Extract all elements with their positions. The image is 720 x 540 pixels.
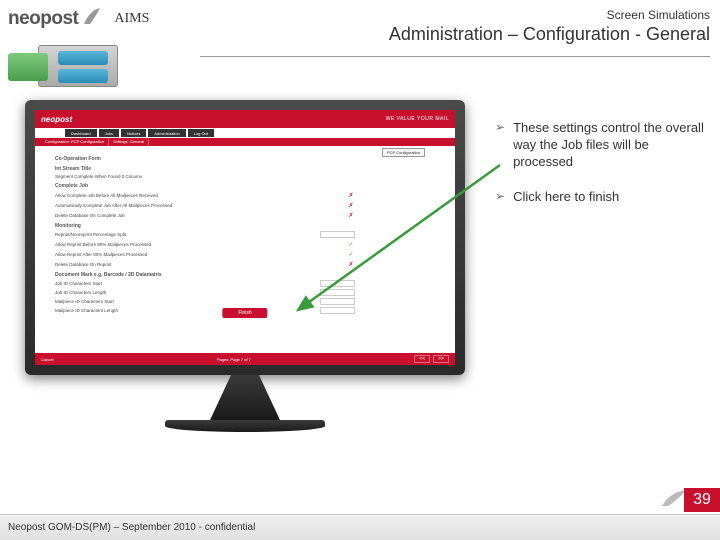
page-title: Administration – Configuration - General bbox=[389, 24, 710, 45]
bullet-1: ➢ These settings control the overall way… bbox=[495, 120, 705, 171]
input-split[interactable] bbox=[320, 231, 355, 238]
setting-d3: Mailpiece ID Characters Start bbox=[55, 298, 435, 305]
footer-text: Neopost GOM-DS(PM) – September 2010 - co… bbox=[8, 522, 255, 533]
finish-button[interactable]: Finish bbox=[222, 308, 267, 318]
logo-area: neopost AIMS bbox=[8, 8, 149, 30]
setting-m1: Reprint/Nonreprint Percentage Split bbox=[55, 231, 435, 238]
app-nav: Dashboard Jobs Notices Administration Lo… bbox=[35, 128, 455, 138]
check-icon[interactable]: ✓ bbox=[347, 250, 355, 258]
section-docmark: Document Mark e.g. Barcode / 2D Datamatr… bbox=[55, 272, 435, 278]
app-topbar: neopost WE VALUE YOUR MAIL bbox=[35, 110, 455, 128]
nav-dashboard[interactable]: Dashboard bbox=[65, 129, 97, 137]
x-icon[interactable]: ✗ bbox=[347, 191, 355, 199]
setting-segcomp: Segment Complete When Found 0 Circumv bbox=[55, 174, 435, 179]
input-d2[interactable] bbox=[320, 289, 355, 296]
category-label: Screen Simulations bbox=[389, 8, 710, 22]
bullet-text-2: Click here to finish bbox=[513, 189, 705, 206]
bullet-2: ➢ Click here to finish bbox=[495, 189, 705, 206]
x-icon[interactable]: ✗ bbox=[347, 260, 355, 268]
subnav-config[interactable]: Configuration: PCP Configuration bbox=[41, 138, 109, 146]
setting-cj2: Automatically Complete Job After All Mai… bbox=[55, 201, 435, 209]
header-right: Screen Simulations Administration – Conf… bbox=[389, 8, 710, 45]
page-indicator: Pages: Page 7 of 7 bbox=[217, 357, 251, 362]
setting-cj3: Delete Database On Complete Job✗ bbox=[55, 211, 435, 219]
input-d3[interactable] bbox=[320, 298, 355, 305]
swoosh-icon bbox=[82, 10, 102, 28]
app-body: PCP Configuration Co-Operation Form Int … bbox=[35, 146, 455, 346]
setting-cj1: Allow Complete Job Before All Mailpieces… bbox=[55, 191, 435, 199]
section-complete-job: Complete Job bbox=[55, 183, 435, 189]
input-d1[interactable] bbox=[320, 280, 355, 287]
next-button[interactable]: >> bbox=[433, 355, 449, 363]
setting-m4: Delete Database On Reprint✗ bbox=[55, 260, 435, 268]
app-footer: Cancel Pages: Page 7 of 7 << >> bbox=[35, 353, 455, 365]
nav-administration[interactable]: Administration bbox=[148, 129, 185, 137]
diagram-icon bbox=[8, 45, 128, 100]
app-subnav: Configuration: PCP Configuration Setting… bbox=[35, 138, 455, 146]
x-icon[interactable]: ✗ bbox=[347, 201, 355, 209]
setting-d1: Job ID Characters Start bbox=[55, 280, 435, 287]
footer-bar: Neopost GOM-DS(PM) – September 2010 - co… bbox=[0, 514, 720, 540]
pcp-config-button[interactable]: PCP Configuration bbox=[382, 148, 425, 157]
chevron-right-icon: ➢ bbox=[495, 120, 505, 171]
bullet-text-1: These settings control the overall way t… bbox=[513, 120, 705, 171]
input-d4[interactable] bbox=[320, 307, 355, 314]
nav-notices[interactable]: Notices bbox=[121, 129, 146, 137]
app-tagline: WE VALUE YOUR MAIL bbox=[386, 116, 449, 122]
product-label: AIMS bbox=[114, 11, 149, 27]
check-icon[interactable]: ✓ bbox=[347, 240, 355, 248]
app-screen: neopost WE VALUE YOUR MAIL Dashboard Job… bbox=[35, 110, 455, 365]
setting-m3: Allow Reprint After 80% Mailpieces Proce… bbox=[55, 250, 435, 258]
prev-button[interactable]: << bbox=[414, 355, 430, 363]
setting-d2: Job ID Characters Length bbox=[55, 289, 435, 296]
subnav-settings[interactable]: Settings: General bbox=[109, 138, 149, 146]
section-monitoring: Monitoring bbox=[55, 223, 435, 229]
setting-m2: Allow Reprint Before 80% Mailpieces Proc… bbox=[55, 240, 435, 248]
cancel-button[interactable]: Cancel bbox=[41, 357, 53, 362]
nav-jobs[interactable]: Jobs bbox=[99, 129, 119, 137]
bullet-list: ➢ These settings control the overall way… bbox=[495, 120, 705, 224]
section-intstream: Int Stream Title bbox=[55, 166, 435, 172]
header-underline bbox=[200, 56, 710, 57]
section-coop: Co-Operation Form bbox=[55, 156, 435, 162]
slide-header: neopost AIMS Screen Simulations Administ… bbox=[8, 8, 710, 45]
nav-logout[interactable]: Log Out bbox=[188, 129, 214, 137]
monitor-mockup: neopost WE VALUE YOUR MAIL Dashboard Job… bbox=[25, 100, 465, 435]
app-logo: neopost bbox=[41, 115, 72, 124]
brand-logo: neopost bbox=[8, 8, 78, 30]
x-icon[interactable]: ✗ bbox=[347, 211, 355, 219]
page-number: 39 bbox=[684, 488, 720, 512]
chevron-right-icon: ➢ bbox=[495, 189, 505, 206]
